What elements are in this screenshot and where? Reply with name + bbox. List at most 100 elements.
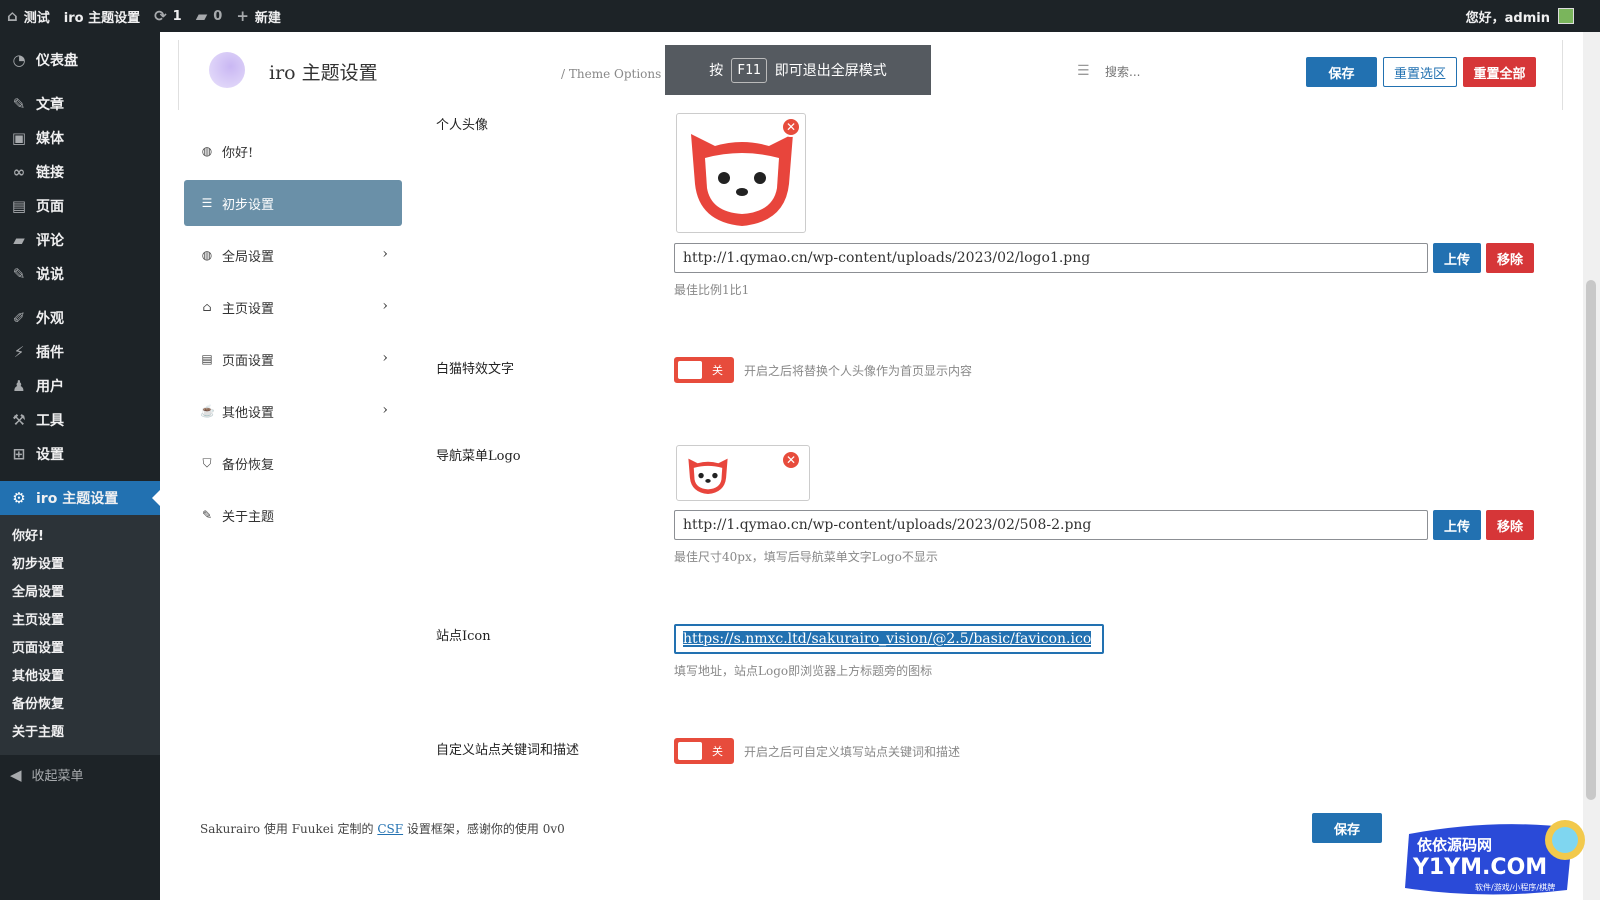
- home-icon: ⌂: [202, 300, 212, 314]
- menu-comments[interactable]: ▰ 评论: [0, 223, 160, 257]
- menu-posts[interactable]: ✎ 文章: [0, 87, 160, 121]
- options-nav-global[interactable]: ◍ 全局设置 ›: [184, 232, 402, 278]
- wp-admin-menu: ◔ 仪表盘 ✎ 文章 ▣ 媒体 ∞ 链接 ▤ 页面 ▰ 评论 ✎ 说说 ✐ 外观 ⚡ 插件 ♟ 用户…: [0, 32, 160, 900]
- sliders-icon: ☰: [201, 196, 213, 210]
- seo-desc: 开启之后可自定义填写站点关键词和描述: [744, 745, 961, 759]
- dashboard-icon: ◔: [12, 51, 26, 69]
- menu-label: 评论: [36, 233, 64, 249]
- plugin-icon: ⚡: [13, 343, 25, 361]
- link-icon: ∞: [12, 163, 26, 181]
- comments-link[interactable]: ▰ 0: [189, 0, 230, 32]
- options-nav-about[interactable]: ✎ 关于主题: [184, 492, 402, 538]
- search-icon: ☰: [1077, 63, 1090, 79]
- seo-toggle[interactable]: 关: [674, 738, 734, 764]
- nav-logo-remove-icon[interactable]: ✕: [781, 450, 801, 470]
- avatar-preview: ✕: [676, 113, 806, 233]
- white-cat-label: 白猫特效文字: [436, 362, 515, 377]
- options-nav-initial[interactable]: ☰ 初步设置: [184, 180, 402, 226]
- chevron-right-icon: ›: [382, 298, 388, 314]
- white-cat-toggle[interactable]: 关: [674, 357, 734, 383]
- menu-settings[interactable]: ⊞ 设置: [0, 437, 160, 471]
- footer-save-button[interactable]: 保存: [1312, 813, 1382, 843]
- brush-icon: ✐: [12, 309, 26, 327]
- fs-key: F11: [731, 57, 767, 83]
- site-home-link[interactable]: ⌂ 测试: [0, 0, 57, 32]
- menu-label: 工具: [36, 413, 64, 429]
- options-nav-homepage[interactable]: ⌂ 主页设置 ›: [184, 284, 402, 330]
- fs-notice-post: 即可退出全屏模式: [774, 63, 887, 79]
- avatar: [1558, 8, 1574, 24]
- nav-label: 关于主题: [222, 509, 275, 525]
- submenu-about[interactable]: 关于主题: [0, 719, 160, 747]
- reset-all-button[interactable]: 重置全部: [1463, 57, 1536, 87]
- submenu-initial[interactable]: 初步设置: [0, 551, 160, 579]
- menu-links[interactable]: ∞ 链接: [0, 155, 160, 189]
- avatar-url-input[interactable]: [674, 243, 1428, 273]
- scrollbar-thumb[interactable]: [1586, 280, 1596, 800]
- reset-section-button[interactable]: 重置选区: [1383, 57, 1457, 87]
- menu-shuoshuo[interactable]: ✎ 说说: [0, 257, 160, 291]
- submenu-global[interactable]: 全局设置: [0, 579, 160, 607]
- menu-label: 链接: [36, 165, 64, 181]
- avatar-remove-button[interactable]: 移除: [1486, 243, 1534, 273]
- submenu-homepage[interactable]: 主页设置: [0, 607, 160, 635]
- site-icon-help: 填写地址，站点Logo即浏览器上方标题旁的图标: [674, 664, 933, 678]
- watermark-line2: Y1YM.COM: [1412, 855, 1547, 880]
- updates-link[interactable]: ⟳ 1: [147, 0, 189, 32]
- menu-iro-settings[interactable]: ⚙ iro 主题设置: [0, 481, 160, 515]
- media-icon: ▣: [11, 129, 27, 147]
- fs-notice-pre: 按: [709, 63, 724, 79]
- nav-label: 主页设置: [222, 301, 275, 317]
- menu-label: 插件: [36, 345, 64, 361]
- account-menu[interactable]: 您好，admin: [1466, 7, 1600, 26]
- search-input[interactable]: [1105, 61, 1265, 83]
- nav-logo-url-input[interactable]: [674, 510, 1428, 540]
- avatar-label: 个人头像: [436, 118, 489, 133]
- menu-plugins[interactable]: ⚡ 插件: [0, 335, 160, 369]
- options-nav-hello[interactable]: ◍ 你好!: [184, 128, 402, 174]
- site-icon-value: https://s.nmxc.ltd/sakurairo_vision/@2.5…: [683, 631, 1092, 647]
- collapse-menu-button[interactable]: ◀ 收起菜单: [0, 755, 160, 785]
- options-nav-other[interactable]: ☕ 其他设置 ›: [184, 388, 402, 434]
- user-icon: ♟: [12, 377, 26, 395]
- menu-label: 页面: [36, 199, 64, 215]
- menu-label: 用户: [36, 379, 64, 395]
- save-button[interactable]: 保存: [1306, 57, 1377, 87]
- site-icon-label: 站点Icon: [436, 629, 491, 644]
- menu-media[interactable]: ▣ 媒体: [0, 121, 160, 155]
- submenu-hello[interactable]: 你好!: [0, 523, 160, 551]
- seo-label: 自定义站点关键词和描述: [436, 743, 580, 758]
- nav-logo-preview: ✕: [676, 445, 810, 501]
- comments-count: 0: [213, 8, 223, 24]
- options-nav: ◍ 你好! ☰ 初步设置 ◍ 全局设置 › ⌂ 主页设置 › ▤ 页面设置 › ☕ 其他设置 › ⛉…: [184, 128, 402, 544]
- page-name-link[interactable]: iro 主题设置: [57, 0, 147, 32]
- nav-logo-remove-button[interactable]: 移除: [1486, 510, 1534, 540]
- csf-link[interactable]: CSF: [377, 822, 403, 836]
- menu-label: 说说: [36, 267, 64, 283]
- submenu-backup[interactable]: 备份恢复: [0, 691, 160, 719]
- collapse-label: 收起菜单: [31, 769, 84, 784]
- cat-logo-small: [688, 458, 728, 494]
- menu-dashboard[interactable]: ◔ 仪表盘: [0, 43, 160, 77]
- site-icon-input[interactable]: https://s.nmxc.ltd/sakurairo_vision/@2.5…: [674, 624, 1104, 654]
- settings-icon: ⊞: [12, 445, 26, 463]
- submenu-other[interactable]: 其他设置: [0, 663, 160, 691]
- options-nav-backup[interactable]: ⛉ 备份恢复: [184, 440, 402, 486]
- new-content-link[interactable]: + 新建: [229, 0, 288, 32]
- nav-label: 其他设置: [222, 405, 275, 421]
- menu-tools[interactable]: ⚒ 工具: [0, 403, 160, 437]
- avatar-upload-button[interactable]: 上传: [1433, 243, 1481, 273]
- pin-icon: ✎: [12, 95, 26, 113]
- submenu-page[interactable]: 页面设置: [0, 635, 160, 663]
- nav-logo-upload-button[interactable]: 上传: [1433, 510, 1481, 540]
- gear-icon: ⚙: [12, 489, 26, 507]
- avatar-remove-icon[interactable]: ✕: [781, 117, 801, 137]
- menu-pages[interactable]: ▤ 页面: [0, 189, 160, 223]
- menu-label: 文章: [36, 97, 64, 113]
- nav-label: 备份恢复: [222, 457, 275, 473]
- watermark-graphic: 依依源码网 Y1YM.COM 软件/游戏/小程序/棋牌: [1405, 820, 1585, 895]
- menu-appearance[interactable]: ✐ 外观: [0, 301, 160, 335]
- options-nav-page[interactable]: ▤ 页面设置 ›: [184, 336, 402, 382]
- menu-users[interactable]: ♟ 用户: [0, 369, 160, 403]
- nav-label: 全局设置: [222, 249, 275, 265]
